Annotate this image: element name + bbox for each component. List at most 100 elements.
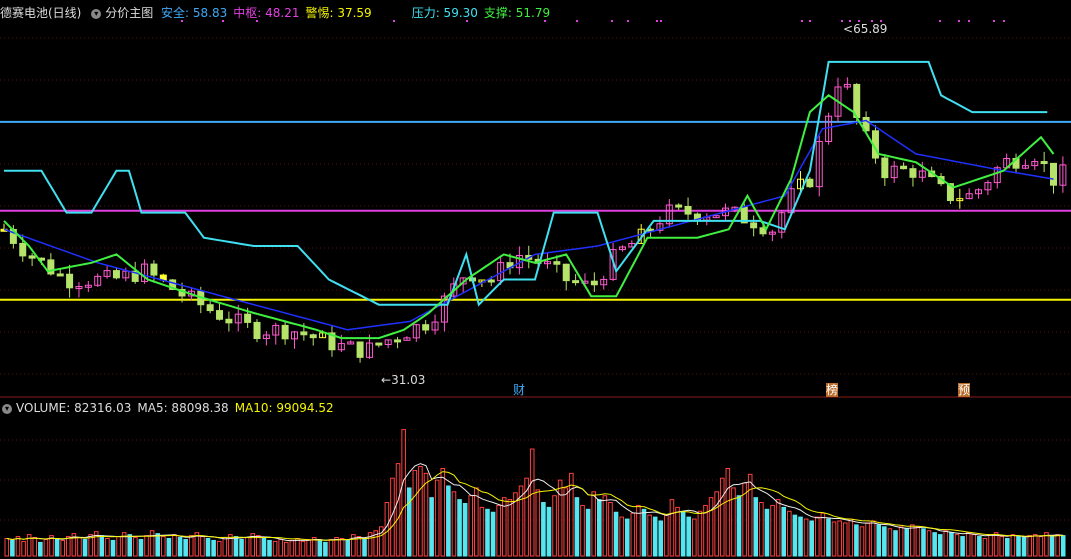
volume-bar-up xyxy=(149,530,155,557)
volume-bar-up xyxy=(451,491,457,557)
volume-bar-up xyxy=(412,469,418,557)
volume-bar-up xyxy=(161,536,166,557)
volume-bar-down xyxy=(798,516,803,557)
marker-dot xyxy=(656,20,658,22)
volume-bar-down xyxy=(1049,536,1055,557)
chevron-down-icon[interactable]: ▾ xyxy=(91,8,102,19)
volume-bar-down xyxy=(904,528,909,557)
main-value-0: 安全: 58.83 xyxy=(161,6,228,20)
volume-bar-down xyxy=(261,537,267,557)
event-marker-ranking[interactable]: 榜 xyxy=(826,383,839,397)
volume-bar-up xyxy=(479,506,485,557)
volume-bar-down xyxy=(613,511,619,557)
volume-bar-down xyxy=(680,511,686,557)
candle-down xyxy=(394,339,402,343)
volume-bar-down xyxy=(446,485,451,557)
volume-bar-down xyxy=(826,518,831,557)
volume-values: VOLUME: 82316.03 MA5: 88098.38 MA10: 99094… xyxy=(16,401,340,415)
volume-bar-up xyxy=(848,518,854,557)
candle-down xyxy=(66,273,74,289)
indicator-name[interactable]: 分价主图 xyxy=(105,6,153,20)
marker-dot xyxy=(809,20,811,22)
volume-bar-up xyxy=(993,532,999,557)
volume-bar-down xyxy=(490,511,496,557)
volume-bar-down xyxy=(177,537,183,557)
volume-bar-down xyxy=(1021,537,1027,557)
candle-down xyxy=(309,334,317,339)
volume-bar-down xyxy=(921,528,926,557)
event-marker-forecast[interactable]: 预 xyxy=(958,383,971,397)
volume-bar-up xyxy=(43,538,49,557)
volume-bar-down xyxy=(937,534,943,557)
volume-bar-up xyxy=(256,535,261,557)
marker-dot xyxy=(968,20,970,22)
volume-bar-up xyxy=(664,514,669,557)
volume-bar-up xyxy=(803,518,809,557)
marker-dot xyxy=(627,20,629,22)
volume-bar-down xyxy=(205,537,211,557)
volume-bar-up xyxy=(535,489,541,557)
volume-bar-down xyxy=(317,539,323,557)
volume-bar-up xyxy=(954,534,960,557)
candle-down xyxy=(225,318,233,324)
low-price-label: ←31.03 xyxy=(381,373,426,387)
event-marker-finance[interactable]: 财 xyxy=(513,383,525,397)
volume-bar-down xyxy=(574,497,580,557)
volume-bar-down xyxy=(155,533,161,557)
marker-dot xyxy=(801,20,803,22)
marker-dot xyxy=(993,20,995,22)
price-horizontal-lines xyxy=(0,120,1071,301)
volume-bar-up xyxy=(747,473,753,557)
volume-bar-up xyxy=(982,537,988,557)
volume-value-0: VOLUME: 82316.03 xyxy=(16,401,132,415)
candle-down xyxy=(281,324,289,340)
volume-bar-up xyxy=(172,534,177,557)
volume-bar-down xyxy=(652,516,658,557)
volume-bar-down xyxy=(323,541,328,557)
candlesticks xyxy=(0,77,1067,363)
volume-bar-up xyxy=(468,495,474,557)
volume-bar-up xyxy=(887,528,893,557)
volume-bar-up xyxy=(423,472,429,557)
volume-bar-up xyxy=(216,540,222,557)
candle-down xyxy=(19,242,27,257)
chevron-down-icon[interactable]: ▾ xyxy=(2,403,12,414)
candle-down xyxy=(1040,161,1048,165)
volume-bar-up xyxy=(714,491,719,557)
volume-bar-up xyxy=(619,516,624,557)
volume-bar-up xyxy=(289,539,295,557)
volume-bar-down xyxy=(183,538,188,557)
main-value-2: 警惕: 37.59 xyxy=(305,6,372,20)
volume-bar-down xyxy=(138,538,144,557)
volume-bar-down xyxy=(1005,537,1010,557)
volume-bar-down xyxy=(854,524,859,557)
price-lines xyxy=(3,60,1055,340)
volume-bar-up xyxy=(692,518,697,557)
volume-bar-down xyxy=(110,539,116,557)
candle-down xyxy=(375,342,383,346)
volume-bar-down xyxy=(485,508,490,557)
candle-down xyxy=(206,304,214,312)
stock-name: 德赛电池(日线) xyxy=(0,6,82,20)
volume-bar-down xyxy=(585,508,591,557)
volume-bar-down xyxy=(345,539,351,557)
candle-down xyxy=(28,255,36,259)
resistance-line xyxy=(4,60,1048,307)
candle-down xyxy=(684,205,692,215)
volume-bar-up xyxy=(440,467,446,557)
marker-dot xyxy=(1003,20,1005,22)
volume-bar-down xyxy=(429,497,434,557)
volume-bar-down xyxy=(764,508,770,557)
volume-bar-up xyxy=(965,532,971,557)
volume-bar-down xyxy=(882,526,887,557)
candle-down xyxy=(300,331,308,336)
volume-bar-down xyxy=(546,506,552,557)
volume-bar-up xyxy=(295,537,300,557)
volume-bar-up xyxy=(719,477,725,557)
volume-bar-down xyxy=(267,539,272,557)
price-volume-chart xyxy=(0,20,1071,557)
candle-down xyxy=(150,263,158,276)
volume-bar-down xyxy=(99,535,105,557)
volume-bar-up xyxy=(842,522,848,557)
candle-down xyxy=(487,279,495,283)
